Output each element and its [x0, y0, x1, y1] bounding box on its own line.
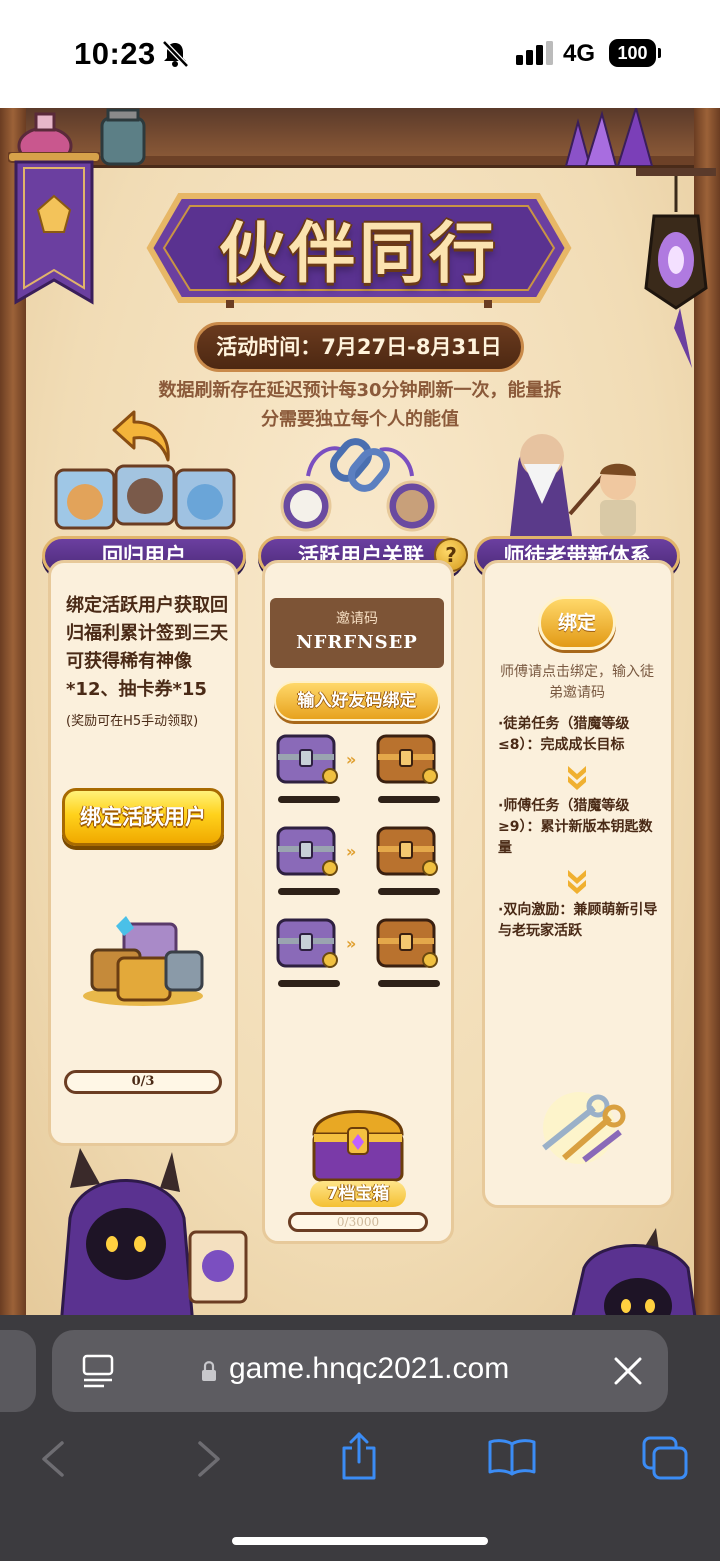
rule-dual-incentive: ·双向激励：兼顾萌新引导与老玩家活跃: [498, 902, 658, 939]
bronze-chest-icon: [376, 918, 438, 968]
chest-upgrade-row-2: »: [274, 822, 440, 898]
bronze-chest-icon: [376, 826, 438, 876]
character-portraits-icon: [54, 464, 236, 530]
forward-icon[interactable]: [196, 1440, 222, 1478]
enter-friend-code-button[interactable]: 输入好友码绑定: [274, 681, 440, 721]
bronze-chest-icon: [376, 734, 438, 784]
jar-icon: [100, 108, 146, 166]
reader-icon[interactable]: [82, 1354, 114, 1388]
returning-note: (奖励可在H5手动领取): [66, 714, 199, 729]
chevron-down-icon: [568, 766, 586, 790]
returning-progress: 0/3: [64, 1070, 222, 1094]
active-progress: 0/3000: [288, 1212, 428, 1232]
bind-hint: 师傅请点击绑定，输入徒弟邀请码: [500, 664, 654, 701]
tabs-icon[interactable]: [642, 1436, 688, 1480]
upgrade-arrow-icon: »: [346, 934, 357, 953]
treasure-pile-icon: [83, 916, 204, 1006]
invite-code-value[interactable]: NFRFNSEP: [270, 632, 444, 653]
url-text[interactable]: game.hnqc2021.com: [229, 1352, 509, 1386]
link-icon: [280, 438, 438, 532]
lantern-icon: [636, 168, 716, 368]
back-icon[interactable]: [40, 1440, 66, 1478]
bookmarks-icon[interactable]: [488, 1438, 536, 1476]
chest-upgrade-row-1: »: [274, 730, 440, 806]
upgrade-arrow-icon: »: [346, 842, 357, 861]
silver-chest-icon: [276, 734, 338, 784]
golden-chest-icon[interactable]: [308, 1094, 408, 1184]
network-label: 4G: [563, 40, 596, 67]
invite-code-label: 邀请码: [336, 611, 378, 627]
rule-apprentice: ·徒弟任务（猎魔等级≤8）：完成成长目标: [498, 716, 630, 753]
silver-chest-icon: [276, 826, 338, 876]
back-arrow-icon[interactable]: [112, 408, 174, 464]
bind-active-user-button[interactable]: 绑定活跃用户: [62, 788, 224, 846]
returning-description: 绑定活跃用户获取回归福利累计签到三天可获得稀有神像*12、抽卡券*15: [66, 595, 228, 700]
battery-level: 100: [609, 39, 656, 67]
hooded-mascot-right-icon: [568, 1228, 699, 1328]
share-icon[interactable]: [340, 1432, 378, 1480]
crystals-icon: [564, 108, 654, 166]
bind-button[interactable]: 绑定: [538, 596, 616, 650]
chest-tier-label: 7档宝箱: [310, 1181, 406, 1207]
hooded-mascot-icon: [59, 1148, 248, 1328]
rule-mentor: ·师傅任务（猎魔等级≥9）：累计新版本钥匙数量: [498, 798, 653, 856]
status-bar: 10:23 4G 100: [0, 0, 720, 108]
bell-muted-icon: [162, 40, 189, 68]
status-time: 10:23: [74, 36, 156, 71]
silver-chest-icon: [276, 918, 338, 968]
lock-icon: [202, 1361, 216, 1381]
chevron-down-icon: [568, 870, 586, 894]
event-time: 活动时间：7月27日-8月31日: [194, 322, 524, 372]
upgrade-arrow-icon: »: [346, 750, 357, 769]
home-indicator[interactable]: [232, 1537, 488, 1545]
game-page: 伙伴同行 活动时间：7月27日-8月31日 数据刷新存在延迟预计每30分钟刷新一…: [0, 108, 720, 1328]
signal-icon: [516, 41, 553, 65]
guild-banner-icon: [8, 152, 100, 305]
mentor-apprentice-icon: [510, 434, 636, 536]
keys-icon: [542, 1092, 626, 1164]
battery-icon: 100: [609, 39, 661, 67]
previous-tab[interactable]: [0, 1330, 36, 1412]
event-title: 伙伴同行: [219, 215, 499, 292]
close-icon[interactable]: [612, 1355, 644, 1387]
chest-upgrade-row-3: »: [274, 914, 440, 990]
